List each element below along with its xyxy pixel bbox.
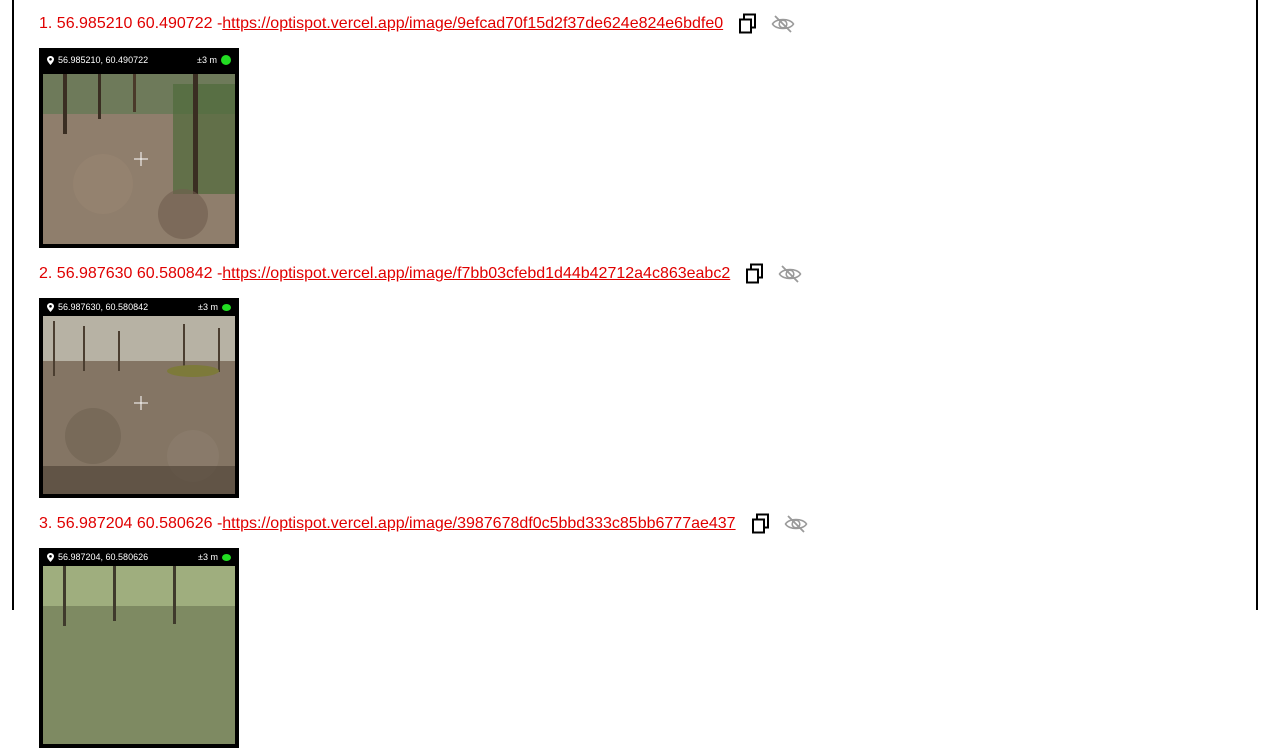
entry-prefix: 3. 56.987204 60.580626 - <box>39 515 223 532</box>
entry-1: 1. 56.985210 60.490722 - https://optispo… <box>39 12 795 248</box>
entry-3: 3. 56.987204 60.580626 - https://optispo… <box>39 512 808 748</box>
overlay-accuracy: ±3 m <box>197 55 217 65</box>
photo-overlay-bar: 56.987204, 60.580626 ±3 m <box>39 548 239 566</box>
entry-2: 2. 56.987630 60.580842 - https://optispo… <box>39 262 802 498</box>
accuracy-dot <box>222 553 231 561</box>
image-link[interactable]: https://optispot.vercel.app/image/398767… <box>222 515 735 533</box>
overlay-coords: 56.987204, 60.580626 <box>58 552 149 562</box>
photo-thumbnail[interactable]: 56.987630, 60.580842 ±3 m <box>39 298 239 498</box>
map-pin-icon <box>47 55 54 65</box>
entry-line: 2. 56.987630 60.580842 - https://optispo… <box>39 262 802 286</box>
forest-photo <box>43 74 235 244</box>
forest-photo <box>43 316 235 494</box>
eye-slash-icon[interactable] <box>771 12 795 36</box>
overlay-accuracy: ±3 m <box>198 552 218 562</box>
map-pin-icon <box>47 302 54 312</box>
entry-prefix: 2. 56.987630 60.580842 - <box>39 265 223 282</box>
photo-thumbnail[interactable]: 56.987204, 60.580626 ±3 m <box>39 548 239 748</box>
photo-thumbnail[interactable]: 56.985210, 60.490722 ±3 m <box>39 48 239 248</box>
overlay-coords: 56.985210, 60.490722 <box>58 55 149 65</box>
copy-icon[interactable] <box>749 512 773 536</box>
image-link[interactable]: https://optispot.vercel.app/image/9efcad… <box>222 15 723 33</box>
forest-photo <box>43 566 235 744</box>
image-link[interactable]: https://optispot.vercel.app/image/f7bb03… <box>222 265 730 283</box>
map-pin-icon <box>47 552 54 562</box>
entry-prefix: 1. 56.985210 60.490722 - <box>39 15 223 32</box>
copy-icon[interactable] <box>736 12 760 36</box>
overlay-coords: 56.987630, 60.580842 <box>58 302 149 312</box>
photo-overlay-bar: 56.987630, 60.580842 ±3 m <box>39 298 239 316</box>
accuracy-dot <box>222 303 231 311</box>
entry-line: 3. 56.987204 60.580626 - https://optispo… <box>39 512 808 536</box>
eye-slash-icon[interactable] <box>784 512 808 536</box>
copy-icon[interactable] <box>743 262 767 286</box>
entry-line: 1. 56.985210 60.490722 - https://optispo… <box>39 12 795 36</box>
eye-slash-icon[interactable] <box>778 262 802 286</box>
overlay-accuracy: ±3 m <box>198 302 218 312</box>
photo-overlay-bar: 56.985210, 60.490722 ±3 m <box>39 48 239 72</box>
accuracy-dot <box>221 55 231 65</box>
